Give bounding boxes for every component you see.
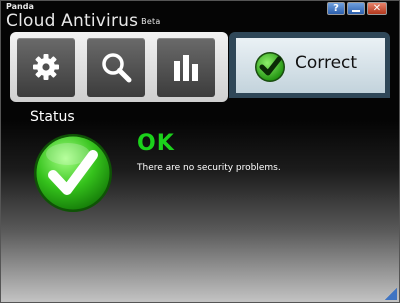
bar-chart-icon — [174, 55, 198, 81]
title-bar[interactable]: Panda Cloud Antivirus Beta ? ✕ — [1, 1, 399, 31]
app-logo: Panda Cloud Antivirus Beta — [6, 2, 160, 31]
resize-grip[interactable] — [385, 288, 397, 300]
app-window: Panda Cloud Antivirus Beta ? ✕ Correct S… — [0, 0, 400, 303]
toolbar-panel — [10, 32, 228, 102]
help-button[interactable]: ? — [327, 2, 345, 15]
brand-product-name: Cloud Antivirus — [6, 11, 139, 31]
settings-button[interactable] — [17, 38, 75, 97]
minimize-button[interactable] — [347, 2, 365, 15]
minimize-icon — [352, 10, 360, 12]
status-ok-icon — [34, 134, 112, 212]
status-message: There are no security problems. — [137, 163, 281, 173]
status-tab[interactable]: Correct — [229, 32, 390, 98]
scan-button[interactable] — [87, 38, 145, 97]
status-section-title: Status — [30, 109, 75, 125]
close-button[interactable]: ✕ — [367, 2, 387, 15]
magnifier-icon — [102, 53, 132, 83]
status-tab-body: Correct — [236, 38, 385, 93]
check-icon — [255, 52, 285, 82]
close-icon: ✕ — [372, 3, 382, 14]
question-mark-icon: ? — [333, 3, 339, 14]
status-ok-label: OK — [137, 131, 175, 156]
status-tab-label: Correct — [295, 53, 358, 73]
main-toolbar: Correct — [10, 32, 390, 102]
brand-product: Cloud Antivirus Beta — [6, 12, 160, 31]
reports-button[interactable] — [157, 38, 215, 97]
brand-beta-tag: Beta — [141, 17, 161, 26]
gear-icon — [33, 54, 59, 80]
